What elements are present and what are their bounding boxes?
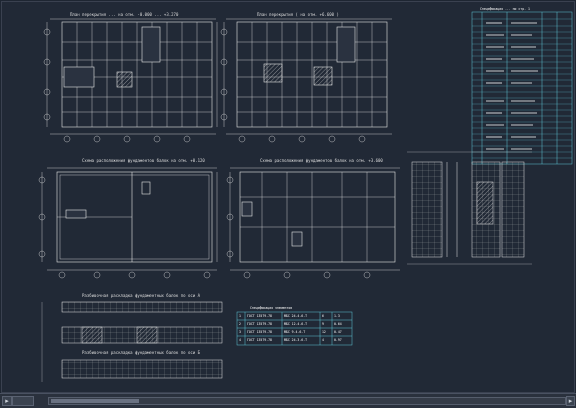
detail-strips: Разбивочная раскладка фундаментных балок… bbox=[41, 293, 223, 382]
spec-cell: 4 bbox=[239, 338, 241, 342]
spec-cell: 0.47 bbox=[334, 330, 342, 334]
spec-cell: ГОСТ 13579-78 bbox=[247, 338, 272, 342]
spec-cell: 6 bbox=[322, 314, 324, 318]
scroll-thumb[interactable] bbox=[51, 399, 139, 403]
spec-cell: 4 bbox=[322, 338, 324, 342]
cad-window: План перекрытия ... на отм. -0.000 ... +… bbox=[0, 0, 576, 408]
spec-title: Спецификация ... по стр. 1 bbox=[480, 7, 530, 11]
cad-drawing: План перекрытия ... на отм. -0.000 ... +… bbox=[38, 7, 573, 382]
horizontal-scrollbar[interactable] bbox=[48, 397, 566, 405]
spec-cell: ГОСТ 13579-78 bbox=[247, 322, 272, 326]
plan-2: План перекрытия ( на отм. +6.600 ) bbox=[220, 12, 392, 143]
spec-cell: 0.64 bbox=[334, 322, 342, 326]
spec-cell: 3 bbox=[239, 330, 241, 334]
menu-arrow-icon[interactable]: ▸ bbox=[2, 396, 12, 406]
status-bar: ▸ ▸ bbox=[0, 393, 576, 408]
spec-cell: 1 bbox=[239, 314, 241, 318]
plan-3: Схема расположения фундаментов балок на … bbox=[38, 158, 218, 279]
spec-cell: ФБС 12.4.6-Т bbox=[284, 322, 307, 326]
detail1-title: Разбивочная раскладка фундаментных балок… bbox=[82, 293, 201, 298]
scroll-right-icon[interactable]: ▸ bbox=[566, 396, 575, 406]
detail2-title: Разбивочная раскладка фундаментных балок… bbox=[82, 350, 201, 355]
spec-cell: ФБС 24.3.6-Т bbox=[284, 338, 307, 342]
spec-cell: 1.3 bbox=[334, 314, 340, 318]
spec-cell: ГОСТ 13579-78 bbox=[247, 314, 272, 318]
plan4-title: Схема расположения фундаментов балок на … bbox=[260, 158, 383, 163]
plan2-title: План перекрытия ( на отм. +6.600 ) bbox=[257, 12, 339, 17]
plan-1: План перекрытия ... на отм. -0.000 ... +… bbox=[43, 12, 218, 143]
spec-cell: 2 bbox=[239, 322, 241, 326]
spec-table-bottom: Спецификация элементов 1 ГОСТ 13579-78 ФБС… bbox=[236, 306, 353, 346]
model-tab[interactable] bbox=[12, 396, 34, 406]
spec-cell: 9 bbox=[322, 322, 324, 326]
spec-table-top: Спецификация ... по стр. 1 bbox=[471, 7, 573, 165]
spec-cell: ФБС 9.4.6-Т bbox=[284, 330, 305, 334]
spec-cell: ГОСТ 13579-78 bbox=[247, 330, 272, 334]
table-title: Спецификация элементов bbox=[250, 306, 292, 310]
plan-4: Схема расположения фундаментов балок на … bbox=[226, 158, 400, 279]
spec-cell: ФБС 24.4.6-Т bbox=[284, 314, 307, 318]
plan3-title: Схема расположения фундаментов балок на … bbox=[82, 158, 205, 163]
drawing-canvas[interactable]: План перекрытия ... на отм. -0.000 ... +… bbox=[1, 1, 575, 393]
wall-sections bbox=[407, 151, 532, 265]
spec-cell: 12 bbox=[322, 330, 326, 334]
plan1-title: План перекрытия ... на отм. -0.000 ... +… bbox=[70, 12, 179, 17]
spec-cell: 0.97 bbox=[334, 338, 342, 342]
